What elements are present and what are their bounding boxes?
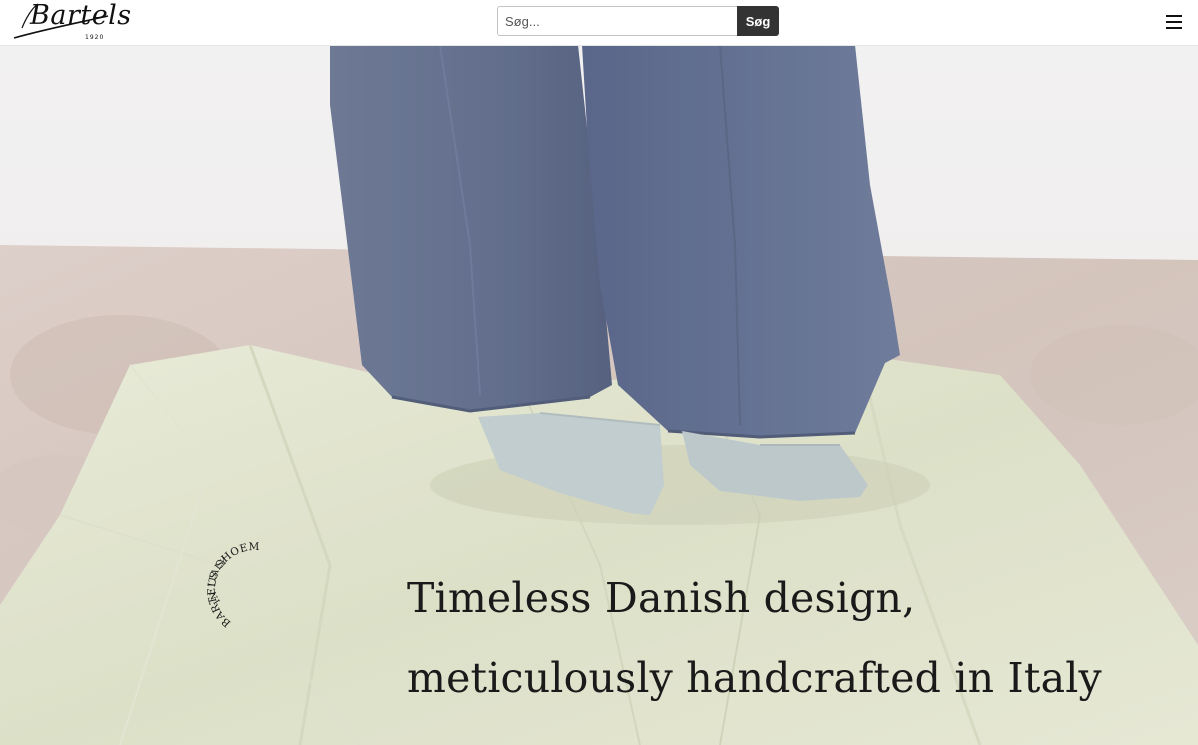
hero-section: BARTELS SHOEMAKERS SINCE 1920 HANDMADE I… <box>0 45 1198 745</box>
logo-wordmark: Bartels <box>30 0 132 31</box>
hamburger-menu-icon[interactable] <box>1163 12 1185 32</box>
shoemakers-seal: BARTELS SHOEMAKERS SINCE 1920 HANDMADE I… <box>190 529 314 638</box>
bartels-logo[interactable]: Bartels 1920 <box>12 0 131 44</box>
hero-headline: Timeless Danish design, meticulously han… <box>407 558 1187 718</box>
logo-year: 1920 <box>85 34 105 41</box>
site-header: Bartels 1920 Søg <box>0 0 1198 46</box>
search-form: Søg <box>497 6 779 36</box>
search-button[interactable]: Søg <box>737 6 779 36</box>
search-input[interactable] <box>497 6 737 36</box>
svg-text:IN ITALY: IN ITALY <box>208 556 230 605</box>
svg-text:BARTELS SHOEMAKERS SINCE 1920: BARTELS SHOEMAKERS SINCE 1920 HANDMADE <box>196 538 260 629</box>
hero-headline-line-1: Timeless Danish design, <box>407 574 916 622</box>
hero-headline-line-2: meticulously handcrafted in Italy <box>407 654 1102 702</box>
